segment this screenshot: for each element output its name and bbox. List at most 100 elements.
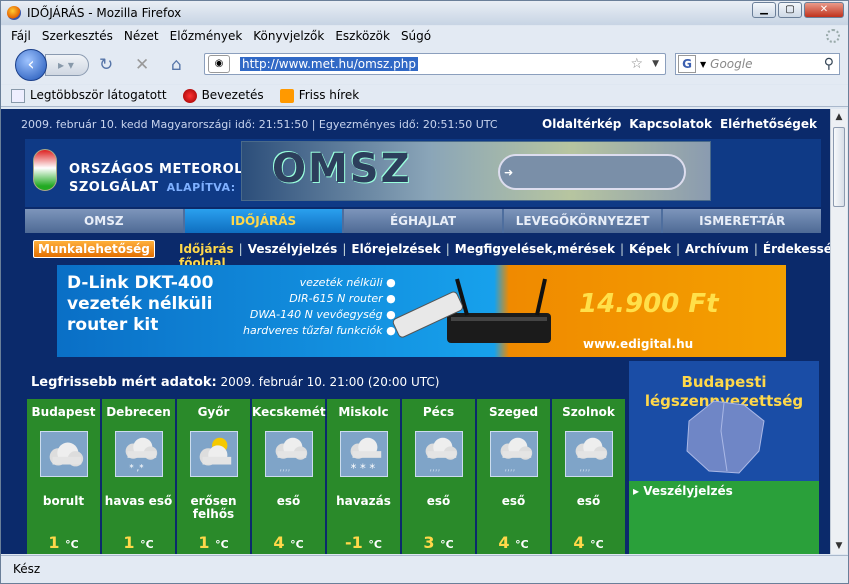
minimize-button[interactable]: ▁ [752,2,776,18]
omsz-logo: OMSZ [272,146,412,192]
menu-help[interactable]: Súgó [401,29,431,43]
address-dropdown-icon[interactable]: ▼ [652,59,659,69]
scroll-up-icon[interactable]: ▲ [831,109,847,125]
tab-weather[interactable]: IDŐJÁRÁS [184,209,343,233]
menu-edit[interactable]: Szerkesztés [42,29,113,43]
weather-header: Legfrissebb mért adatok: 2009. február 1… [31,375,440,390]
city-card[interactable]: Miskolc * * * havazás -1 °C [327,399,400,554]
latest-measurements: Legfrissebb mért adatok: 2009. február 1… [25,361,627,554]
rss-icon [279,88,294,103]
tab-air-environment[interactable]: LEVEGŐKÖRNYEZET [503,209,662,233]
throbber-icon [826,29,840,43]
city-card[interactable]: Győr erősen felhős 1 °C [177,399,250,554]
link-contacts[interactable]: Kapcsolatok [629,117,712,131]
condition: havazás [336,494,391,508]
city-card[interactable]: Budapest borult 1 °C [27,399,100,554]
temperature: -1 °C [345,533,382,552]
site-header: ORSZÁGOS METEOROLÓGIAI SZOLGÁLAT ALAPÍTVA… [25,139,821,207]
search-input[interactable]: Google [710,57,752,71]
site-identity-icon[interactable]: ◉ [208,55,230,73]
snow-weather-icon: * * * [339,431,388,477]
svg-text:* * *: * * * [350,461,375,475]
forward-button[interactable]: ▸ ▾ [45,54,89,76]
address-bar[interactable]: ◉ http://www.met.hu/omsz.php ☆ ▼ [204,53,666,75]
city-card[interactable]: Szolnok,,,, eső 4 °C [552,399,625,554]
menu-history[interactable]: Előzmények [170,29,243,43]
stop-icon[interactable]: ✕ [135,55,149,75]
dateline: 2009. február 10. kedd Magyarországi idő… [21,117,498,131]
condition: havas eső [104,494,173,508]
menu-bar: Fájl Szerkesztés Nézet Előzmények Könyvj… [1,26,848,46]
page-top-line: 2009. február 10. kedd Magyarországi idő… [1,109,831,139]
menu-view[interactable]: Nézet [124,29,159,43]
reload-icon[interactable]: ↻ [99,55,113,75]
search-arrow-icon[interactable]: ➜ [504,166,513,179]
city-card[interactable]: Pécs,,,, eső 3 °C [402,399,475,554]
menu-file[interactable]: Fájl [11,29,31,43]
svg-text:,,,,: ,,,, [579,463,590,473]
city-name: Győr [197,405,230,419]
firefox-icon [7,6,21,20]
address-url[interactable]: http://www.met.hu/omsz.php [240,57,418,71]
bookmark-news[interactable]: Friss hírek [279,88,359,103]
temperature: 1 °C [48,533,79,552]
omsz-banner: OMSZ ➜ [241,141,711,201]
city-list: Budapest borult 1 °C Debrecen * ,* havas eső 1… [27,399,625,554]
weather-time: 2009. február 10. 21:00 (20:00 UTC) [220,375,440,389]
temperature: 1 °C [123,533,154,552]
site-search-field[interactable]: ➜ [498,154,686,190]
close-button[interactable]: ✕ [804,2,844,18]
vertical-scrollbar[interactable]: ▲ ▼ [830,109,847,554]
google-engine-icon[interactable]: G [678,55,696,73]
menu-bookmarks[interactable]: Könyvjelzők [253,29,324,43]
window-title: IDŐJÁRÁS - Mozilla Firefox [27,6,182,20]
warning-panel[interactable]: ▸ Veszélyjelzés [629,481,819,554]
city-card[interactable]: Szeged,,,, eső 4 °C [477,399,550,554]
city-name: Kecskemét [252,405,326,419]
search-icon[interactable]: ⚲ [824,56,834,72]
rain-weather-icon: ,,,, [564,431,613,477]
tab-knowledge[interactable]: ISMERET-TÁR [663,209,821,233]
city-name: Pécs [422,405,455,419]
city-name: Szeged [488,405,539,419]
city-card[interactable]: Debrecen * ,* havas eső 1 °C [102,399,175,554]
engine-dropdown-icon[interactable]: ▼ [700,60,706,69]
bookmark-star-icon[interactable]: ☆ [630,56,643,72]
city-card[interactable]: Kecskemét,,,, eső 4 °C [252,399,326,554]
page-icon [11,88,25,103]
condition: erősen felhős [190,494,237,521]
ad-title: D-Link DKT-400 vezeték nélküli router ki… [67,273,214,335]
bookmark-most-visited[interactable]: Legtöbbször látogatott [11,88,167,103]
svg-text:* ,*: * ,* [129,463,144,473]
bookmark-intro[interactable]: Bevezetés [182,88,264,103]
cloudy-sun-weather-icon [189,431,238,477]
advert-banner[interactable]: D-Link DKT-400 vezeték nélküli router ki… [57,265,786,357]
search-bar[interactable]: G ▼ Google ⚲ [675,53,840,75]
title-bar: IDŐJÁRÁS - Mozilla Firefox ▁ ▢ ✕ [1,1,848,25]
sleet-weather-icon: * ,* [114,431,163,477]
city-name: Miskolc [338,405,389,419]
link-sitemap[interactable]: Oldaltérkép [542,117,621,131]
condition: eső [501,494,526,508]
condition: borult [42,494,85,508]
menu-tools[interactable]: Eszközök [335,29,390,43]
ad-features: vezeték nélküli ● DIR-615 N router ● DWA… [243,276,396,337]
city-name: Budapest [31,405,96,419]
bookmarks-toolbar: Legtöbbször látogatott Bevezetés Friss h… [1,85,848,107]
status-text: Kész [13,562,41,576]
condition: eső [426,494,451,508]
scroll-thumb[interactable] [833,127,845,207]
link-availability[interactable]: Elérhetőségek [720,117,817,131]
tab-climate[interactable]: ÉGHAJLAT [344,209,502,233]
home-icon[interactable]: ⌂ [171,55,182,75]
budapest-map-icon [686,400,765,474]
jobs-button[interactable]: Munkalehetőség [33,240,155,258]
side-panel: Budapesti légszennyezettség ▸ Veszélyjel… [629,361,819,554]
warning-title: ▸ Veszélyjelzés [633,484,733,498]
maximize-button[interactable]: ▢ [778,2,802,18]
router-image-icon [392,278,551,343]
tab-omsz[interactable]: OMSZ [25,209,183,233]
back-button[interactable]: ‹ [15,49,47,81]
scroll-down-icon[interactable]: ▼ [831,538,847,554]
ad-site: www.edigital.hu [583,337,694,351]
